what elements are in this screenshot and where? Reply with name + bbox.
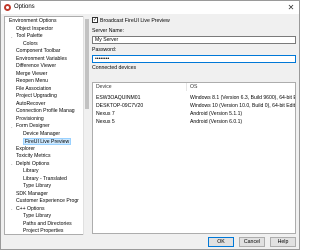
device-column-header[interactable]: Device <box>96 84 112 90</box>
tree-item[interactable]: Environment Options <box>9 18 57 25</box>
tree-item[interactable]: Type Library <box>23 183 51 190</box>
tree-item[interactable]: C++ Options <box>16 206 45 213</box>
tree-item[interactable]: Reopen Menu <box>16 78 48 85</box>
device-name-cell[interactable]: Nexus 7 <box>96 111 184 117</box>
collapse-icon[interactable]: - <box>5 19 8 24</box>
tree-item[interactable]: Explorer <box>16 146 35 153</box>
device-os-cell[interactable]: Windows 10 (Version 10.0, Build 0), 64-b… <box>190 103 295 109</box>
broadcast-checkbox[interactable]: ✓ <box>92 17 98 23</box>
tree-item[interactable]: Toxicity Metrics <box>16 153 51 160</box>
device-os-cell[interactable]: Android (Version 6.0.1) <box>190 119 295 125</box>
tree-item[interactable]: Library - Translated <box>23 176 67 183</box>
connected-devices-list[interactable]: Device OS ESW3OAQUINM01 Windows 8.1 (Vers… <box>92 82 296 234</box>
tree-item[interactable]: Component Toolbar <box>16 48 60 55</box>
tree-item[interactable]: Project Properties <box>23 228 63 234</box>
ok-button[interactable]: OK <box>208 237 234 247</box>
tree-item[interactable]: Library <box>23 168 39 175</box>
tree-item[interactable]: Colors <box>23 41 38 48</box>
tree-scrollbar[interactable] <box>83 16 89 235</box>
tree-item[interactable]: Form Designer <box>16 123 50 130</box>
tree-item[interactable]: SDK Manager <box>16 191 48 198</box>
tree-item[interactable]: Environment Variables <box>16 56 67 63</box>
column-divider[interactable] <box>186 83 187 91</box>
broadcast-label[interactable]: Broadcast FireUI Live Preview <box>100 18 170 24</box>
tree-item[interactable]: Paths and Directories <box>23 221 72 228</box>
window-title: Options <box>14 4 35 10</box>
collapse-icon[interactable]: - <box>11 162 15 166</box>
options-dialog: Options ✕ - Environment Options Object Ins… <box>0 0 300 250</box>
device-os-cell[interactable]: Android (Version 5.1.1) <box>190 111 295 117</box>
device-name-cell[interactable]: Nexus 5 <box>96 119 184 125</box>
tree-item[interactable]: Tool Palette <box>16 33 43 40</box>
tree-item[interactable]: Merge Viewer <box>16 71 47 78</box>
close-icon: ✕ <box>287 3 295 12</box>
live-preview-panel: ✓ Broadcast FireUI Live Preview Server N… <box>92 16 297 235</box>
tree-item[interactable]: Object Inspector <box>16 26 53 33</box>
collapse-icon[interactable]: - <box>11 34 15 39</box>
tree-item[interactable]: Difference Viewer <box>16 63 56 70</box>
tree-scrollbar-thumb[interactable] <box>85 19 89 109</box>
tree-item[interactable]: Connection Profile Manag <box>16 108 75 115</box>
help-button[interactable]: Help <box>270 237 296 247</box>
options-tree[interactable]: - Environment Options Object Inspector - Too… <box>4 16 89 235</box>
tree-item[interactable]: Customer Experience Progr <box>16 198 79 205</box>
tree-item[interactable]: Delphi Options <box>16 161 49 168</box>
tree-item[interactable]: Type Library <box>23 213 51 220</box>
device-os-cell[interactable]: Windows 8.1 (Version 6.3, Build 9600), 6… <box>190 95 295 101</box>
app-icon <box>4 4 11 11</box>
device-name-cell[interactable]: DESKTOP-09C7V20 <box>96 103 184 109</box>
tree-item[interactable]: File Association <box>16 86 51 93</box>
close-button[interactable]: ✕ <box>283 1 299 14</box>
tree-item[interactable]: Provisioning <box>16 116 44 123</box>
tree-item[interactable]: FireUI Live Preview <box>23 138 72 145</box>
server-name-input[interactable]: My Server <box>92 36 296 44</box>
password-label: Password: <box>92 47 117 53</box>
collapse-icon[interactable]: - <box>11 124 15 129</box>
connected-devices-label: Connected devices <box>92 65 137 71</box>
os-column-header[interactable]: OS <box>190 84 197 90</box>
title-bar: Options ✕ <box>1 1 299 14</box>
device-name-cell[interactable]: ESW3OAQUINM01 <box>96 95 184 101</box>
cancel-button[interactable]: Cancel <box>239 237 265 247</box>
collapse-icon[interactable]: - <box>11 207 15 211</box>
tree-item[interactable]: AutoRecover <box>16 101 45 108</box>
tree-item[interactable]: Device Manager <box>23 131 60 138</box>
server-name-label: Server Name: <box>92 28 124 34</box>
tree-item[interactable]: Project Upgrading <box>16 93 57 100</box>
password-input[interactable]: •••••••• <box>92 55 296 63</box>
